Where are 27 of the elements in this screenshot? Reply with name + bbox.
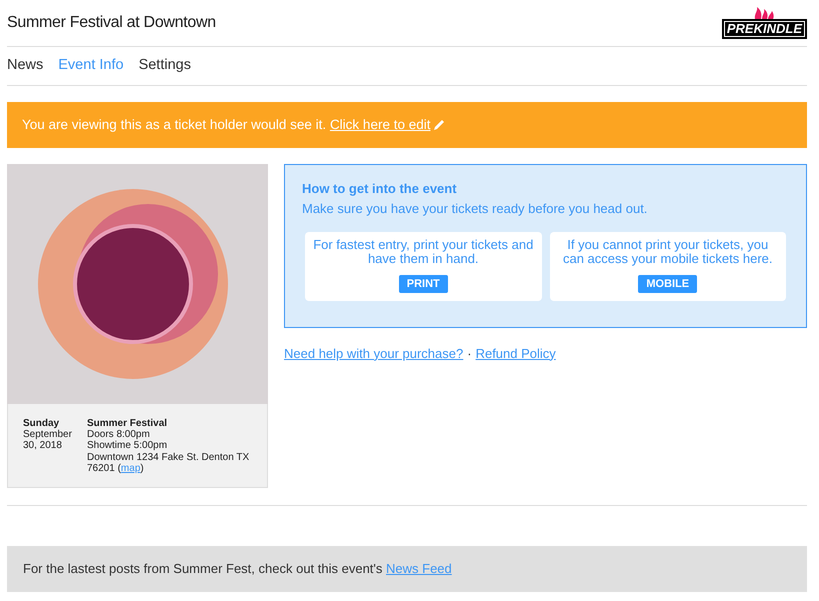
event-date: September 30, 2018 [23,429,71,452]
separator-dot: · [467,344,472,363]
ticket-button[interactable]: PRINT [398,274,448,293]
doors-time: Doors 8:00pm [87,429,151,440]
flame-icon [753,6,776,19]
panel-subtitle: Make sure you have your tickets ready before you head out. [302,200,648,218]
option-text: If you cannot print your tickets, you can access your mobile tickets here. [562,238,774,267]
ticket-button[interactable]: MOBILE [638,274,698,293]
pencil-icon[interactable] [433,119,446,131]
edit-link[interactable]: Click here to edit [330,116,430,132]
event-name: Summer Festival [87,418,168,430]
logo-wordmark: PREKINDLE [722,18,807,40]
panel-title: How to get into the event [302,180,458,198]
news-feed-link[interactable]: News Feed [386,561,452,576]
banner-message: You are viewing this as a ticket holder would see it. Click here to edit [22,116,430,134]
help-link[interactable]: Need help with your purchase? [284,344,464,364]
nav-tab[interactable]: News [7,55,44,77]
nav-tab[interactable]: Event Info [58,55,124,77]
refund-link[interactable]: Refund Policy [476,344,556,364]
option-text: For fastest entry, print your tickets and have them in hand. [313,238,534,267]
event-address: Downtown 1234 Fake St. Denton TX 76201 (map) [87,452,250,474]
map-link[interactable]: map [120,462,140,474]
footer-message: For the lastest posts from Summer Fest, check out this event's News Feed [23,560,452,578]
page-title: Summer Festival at Downtown [7,13,216,33]
show-time: Showtime 5:00pm [87,440,168,452]
event-day: Sunday [23,418,71,430]
nav-tab[interactable]: Settings [138,55,191,77]
